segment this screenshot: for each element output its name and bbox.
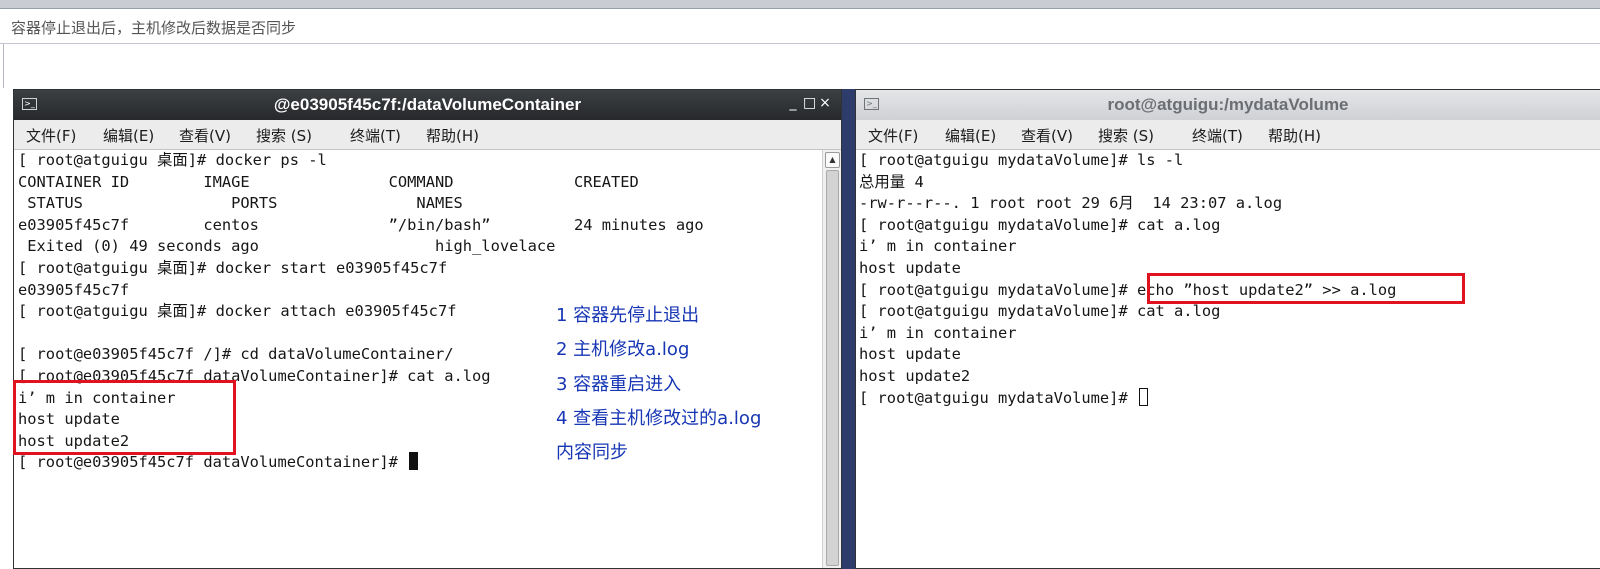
window-titlebar[interactable]: >_ root@atguigu:/mydataVolume <box>856 90 1600 120</box>
caption-bar: 容器停止退出后，主机修改后数据是否同步 <box>0 8 1600 44</box>
terminal-line: host update2 <box>859 366 971 385</box>
highlight-box-container-output <box>13 380 236 455</box>
prompt-text: [ root@e03905f45c7f dataVolumeContainer]… <box>18 453 408 472</box>
maximize-button[interactable]: □ <box>803 95 819 111</box>
terminal-line: i’ m in container <box>859 323 1017 342</box>
window-titlebar[interactable]: >_ @e03905f45c7f:/dataVolumeContainer _ □… <box>14 90 841 120</box>
caption-left-rule <box>3 44 4 88</box>
terminal-line: i’ m in container <box>859 237 1017 256</box>
desktop-background-gap <box>842 89 855 569</box>
terminal-window-host: >_ root@atguigu:/mydataVolume 文件(F) 编辑(E… <box>855 89 1600 569</box>
close-button[interactable]: × <box>819 95 835 111</box>
menu-help[interactable]: 帮助(H) <box>1268 125 1321 146</box>
annotation-step-1: 1 容器先停止退出 <box>556 305 700 326</box>
terminal-output[interactable]: [ root@atguigu 桌面]# docker ps -l CONTAIN… <box>18 150 821 568</box>
terminal-line: e03905f45c7f centos ”/bin/bash” 24 minut… <box>18 215 704 234</box>
terminal-line: [ root@atguigu 桌面]# docker attach e03905… <box>18 302 457 321</box>
menu-view[interactable]: 查看(V) <box>1021 125 1073 146</box>
annotation-step-3: 3 容器重启进入 <box>556 374 682 395</box>
top-edge-strip <box>0 0 1600 8</box>
menu-file[interactable]: 文件(F) <box>26 125 76 146</box>
annotation-step-4: 4 查看主机修改过的a.log <box>556 408 762 429</box>
prompt-line: [ root@e03905f45c7f dataVolumeContainer]… <box>18 452 821 474</box>
prompt-line: [ root@atguigu mydataVolume]# <box>859 387 1600 410</box>
terminal-line: CONTAINER ID IMAGE COMMAND CREATED <box>18 172 639 191</box>
terminal-cursor <box>1138 387 1148 406</box>
terminal-line: [ root@atguigu mydataVolume]# ls -l <box>859 151 1184 169</box>
menu-help[interactable]: 帮助(H) <box>426 125 479 146</box>
window-title: @e03905f45c7f:/dataVolumeContainer <box>273 95 582 114</box>
window-title: root@atguigu:/mydataVolume <box>1107 95 1349 114</box>
annotation-step-2: 2 主机修改a.log <box>556 339 690 360</box>
menu-file[interactable]: 文件(F) <box>868 125 918 146</box>
terminal-line: e03905f45c7f <box>18 280 130 299</box>
scrollbar-thumb[interactable] <box>826 170 839 566</box>
terminal-output[interactable]: [ root@atguigu mydataVolume]# ls -l 总用量 … <box>859 150 1600 568</box>
terminal-line: 总用量 4 <box>859 172 924 191</box>
menu-terminal[interactable]: 终端(T) <box>1192 125 1243 146</box>
menu-search[interactable]: 搜索 (S) <box>256 125 312 146</box>
menu-view[interactable]: 查看(V) <box>179 125 231 146</box>
terminal-line: Exited (0) 49 seconds ago high_lovelace <box>18 237 556 256</box>
terminal-line: STATUS PORTS NAMES <box>18 194 463 213</box>
prompt-text: [ root@atguigu mydataVolume]# <box>859 280 1137 299</box>
terminal-line: [ root@atguigu mydataVolume]# cat a.log <box>859 302 1221 321</box>
caption-text: 容器停止退出后，主机修改后数据是否同步 <box>11 19 297 37</box>
terminal-window-container: >_ @e03905f45c7f:/dataVolumeContainer _ □… <box>13 89 842 569</box>
terminal-cursor <box>409 452 419 471</box>
menu-edit[interactable]: 编辑(E) <box>103 125 154 146</box>
annotation-conclusion: 内容同步 <box>556 442 628 463</box>
menu-search[interactable]: 搜索 (S) <box>1098 125 1154 146</box>
prompt-text: [ root@atguigu mydataVolume]# <box>859 388 1137 407</box>
terminal-line: [ root@atguigu 桌面]# docker start e03905f… <box>18 258 448 277</box>
vertical-scrollbar[interactable]: ▲ <box>822 150 841 568</box>
window-controls: _ □× <box>787 95 835 111</box>
scroll-up-arrow-icon[interactable]: ▲ <box>825 152 840 168</box>
terminal-line: [ root@atguigu mydataVolume]# cat a.log <box>859 215 1221 234</box>
terminal-line: [ root@atguigu 桌面]# docker ps -l <box>18 151 327 169</box>
minimize-button[interactable]: _ <box>787 95 803 111</box>
menu-bar: 文件(F) 编辑(E) 查看(V) 搜索 (S) 终端(T) 帮助(H) <box>14 120 841 150</box>
menu-terminal[interactable]: 终端(T) <box>350 125 401 146</box>
terminal-line: [ root@e03905f45c7f /]# cd dataVolumeCon… <box>18 345 454 364</box>
terminal-line: -rw-r--r--. 1 root root 29 6月 14 23:07 a… <box>859 194 1283 213</box>
menu-bar: 文件(F) 编辑(E) 查看(V) 搜索 (S) 终端(T) 帮助(H) <box>856 120 1600 150</box>
terminal-line: host update <box>859 345 961 364</box>
highlight-box-echo-command <box>1147 273 1465 304</box>
menu-edit[interactable]: 编辑(E) <box>945 125 996 146</box>
